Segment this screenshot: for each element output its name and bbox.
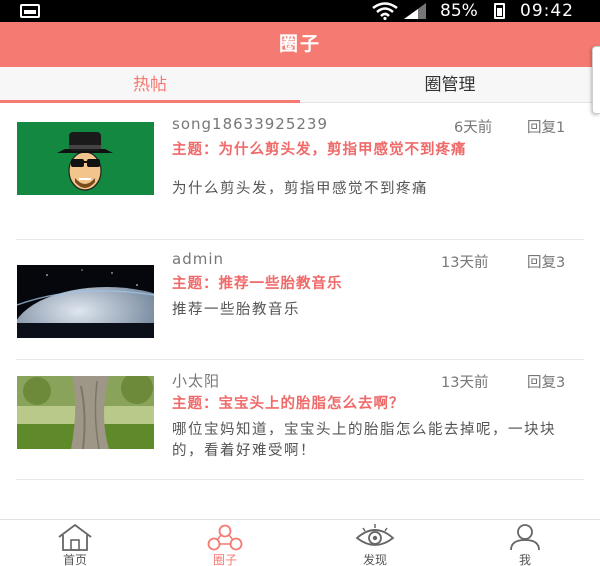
battery-icon (494, 3, 505, 19)
post-subject: 主题：宝宝头上的胎脂怎么去啊？ (172, 396, 405, 412)
tab-hot-posts[interactable]: 热帖 (0, 67, 300, 103)
post-thumbnail (17, 122, 154, 195)
post-summary: 哪位宝妈知道，宝宝头上的胎脂怎么能去掉呢，一块块的，看着好难受啊！ (172, 422, 556, 459)
clock: 09:42 (520, 1, 574, 21)
cartoon-man-avatar-icon (17, 122, 154, 195)
nav-discover[interactable]: 发现 (300, 520, 450, 566)
nav-discover-label: 发现 (362, 553, 387, 566)
post-thumbnail (17, 376, 154, 449)
post-author: 小太阳 (172, 372, 221, 390)
circle-group-icon (207, 524, 243, 551)
eye-icon (355, 524, 395, 546)
nav-home[interactable]: 首页 (0, 520, 150, 566)
page-title: 圈子 (278, 33, 321, 55)
battery-percent: 85% (440, 1, 478, 21)
status-bar: 85% 09:42 (0, 0, 600, 22)
post-subject: 主题：为什么剪头发，剪指甲感觉不到疼痛 (172, 142, 467, 158)
divider (16, 479, 584, 480)
post-item[interactable]: admin 13天前 回复3 主题：推荐一些胎教音乐 推荐一些胎教音乐 (0, 240, 600, 360)
post-item[interactable]: song18633925239 6天前 回复1 主题：为什么剪头发，剪指甲感觉不… (0, 104, 600, 240)
post-time: 13天前 (441, 255, 489, 271)
post-author: admin (172, 250, 224, 268)
post-time: 13天前 (441, 375, 489, 391)
user-icon (510, 524, 540, 551)
home-icon (58, 523, 92, 551)
post-summary: 为什么剪头发，剪指甲感觉不到疼痛 (172, 181, 428, 197)
nav-me-label: 我 (518, 553, 531, 566)
post-thumbnail (17, 265, 154, 338)
screenshot-icon (20, 4, 40, 18)
post-author: song18633925239 (172, 115, 328, 133)
tab-circle-management[interactable]: 圈管理 (300, 67, 600, 103)
bottom-navigation: 首页 圈子 发现 我 (0, 519, 600, 566)
planet-space-image-icon (17, 265, 154, 338)
tab-bar: 热帖 圈管理 (0, 67, 600, 103)
post-reply-count: 回复3 (527, 255, 566, 271)
post-reply-count: 回复1 (527, 120, 566, 136)
post-reply-count: 回复3 (527, 375, 566, 391)
post-time: 6天前 (454, 120, 493, 136)
signal-icon (404, 3, 426, 19)
post-subject: 主题：推荐一些胎教音乐 (172, 276, 343, 292)
tab-indicator (0, 100, 300, 103)
post-item[interactable]: 小太阳 13天前 回复3 主题：宝宝头上的胎脂怎么去啊？ 哪位宝妈知道，宝宝头上… (0, 360, 600, 480)
tree-trunk-image-icon (17, 376, 154, 449)
wifi-icon (372, 2, 398, 20)
app-screen: 85% 09:42 圈子 热帖 圈管理 song18633925239 6天前 … (0, 0, 600, 566)
nav-home-label: 首页 (62, 553, 87, 566)
post-summary: 推荐一些胎教音乐 (172, 302, 300, 318)
nav-circle[interactable]: 圈子 (150, 520, 300, 566)
title-bar: 圈子 (0, 22, 600, 67)
nav-me[interactable]: 我 (450, 520, 600, 566)
nav-circle-label: 圈子 (212, 553, 237, 566)
